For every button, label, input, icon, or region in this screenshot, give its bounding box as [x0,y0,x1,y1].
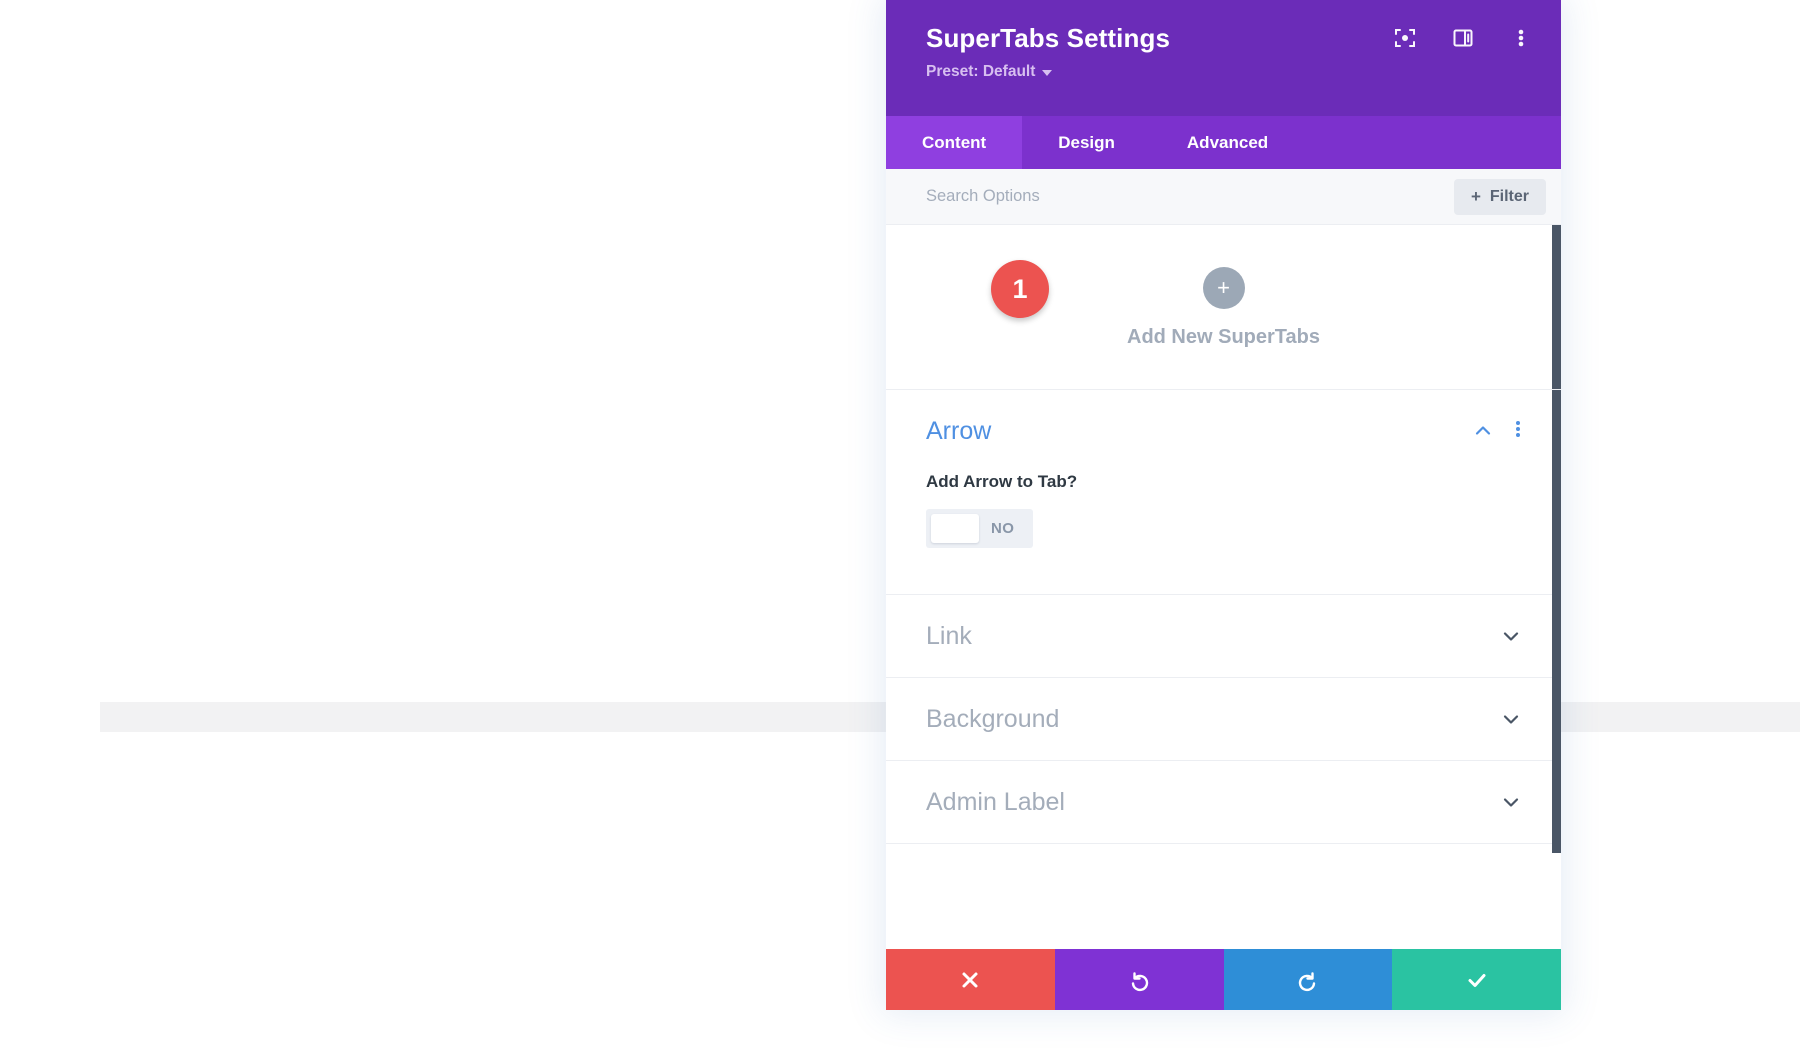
settings-scroll-body: 1 + Add New SuperTabs Arrow Add Arrow to… [886,225,1561,949]
close-icon [962,972,978,987]
filter-button[interactable]: + Filter [1453,178,1546,215]
chevron-down-icon[interactable] [1501,626,1521,646]
search-bar: + Filter [886,169,1561,225]
group-admin-label-header-icons [1501,792,1521,812]
supertabs-settings-modal: SuperTabs Settings Preset: Default Conte… [886,0,1561,1010]
plus-icon: + [1217,275,1230,300]
save-button[interactable] [1392,949,1561,1010]
chevron-down-icon[interactable] [1501,792,1521,812]
group-link: Link [886,595,1561,678]
group-link-header-icons [1501,626,1521,646]
group-arrow-overflow-menu-icon[interactable] [1515,419,1521,444]
undo-button[interactable] [1054,949,1224,1010]
toggle-value-label: NO [991,520,1015,537]
chevron-up-icon[interactable] [1473,421,1493,441]
group-link-title: Link [926,621,972,650]
toggle-knob [931,514,979,543]
group-arrow: Arrow Add Arrow to Tab? NO [886,390,1561,595]
group-background-title: Background [926,704,1060,733]
add-new-supertabs-button[interactable]: + [1202,267,1245,309]
step-badge-1: 1 [991,260,1049,318]
undo-icon [1131,971,1149,991]
header-actions [1393,26,1533,50]
group-arrow-header-icons [1473,419,1521,444]
modal-header: SuperTabs Settings Preset: Default [886,0,1561,116]
tab-advanced[interactable]: Advanced [1151,116,1304,169]
add-arrow-to-tab-label: Add Arrow to Tab? [926,472,1078,491]
filter-button-label: Filter [1489,187,1529,205]
redo-button[interactable] [1223,949,1393,1010]
chevron-down-icon [1042,69,1053,76]
group-background-header-icons [1501,709,1521,729]
add-arrow-to-tab-toggle[interactable]: NO [926,509,1034,548]
redo-icon [1298,971,1316,991]
overflow-menu-icon[interactable] [1509,26,1533,50]
tab-bar: Content Design Advanced [886,116,1561,169]
screen: SuperTabs Settings Preset: Default Conte… [0,0,1800,1052]
layout-panel-icon[interactable] [1451,26,1475,50]
add-new-supertabs-section: 1 + Add New SuperTabs [886,225,1561,390]
group-link-header[interactable]: Link [926,595,1521,677]
add-new-supertabs-label[interactable]: Add New SuperTabs [1127,326,1320,349]
modal-action-bar [886,949,1561,1010]
preset-label: Preset: Default [926,62,1036,80]
group-admin-label-title: Admin Label [926,787,1065,816]
group-admin-label-header[interactable]: Admin Label [926,761,1521,843]
group-background-header[interactable]: Background [926,678,1521,760]
preset-selector[interactable]: Preset: Default [926,62,1053,81]
group-arrow-title: Arrow [926,416,992,445]
group-arrow-body: Add Arrow to Tab? NO [926,472,1521,594]
tab-design[interactable]: Design [1022,116,1151,169]
plus-icon: + [1470,187,1481,206]
focus-target-icon[interactable] [1393,26,1417,50]
group-background: Background [886,678,1561,761]
tab-content[interactable]: Content [886,116,1023,169]
group-arrow-header[interactable]: Arrow [926,390,1521,472]
checkmark-icon [1468,973,1486,987]
discard-button[interactable] [886,949,1055,1010]
group-admin-label: Admin Label [886,761,1561,844]
search-input[interactable] [926,187,1454,206]
chevron-down-icon[interactable] [1501,709,1521,729]
